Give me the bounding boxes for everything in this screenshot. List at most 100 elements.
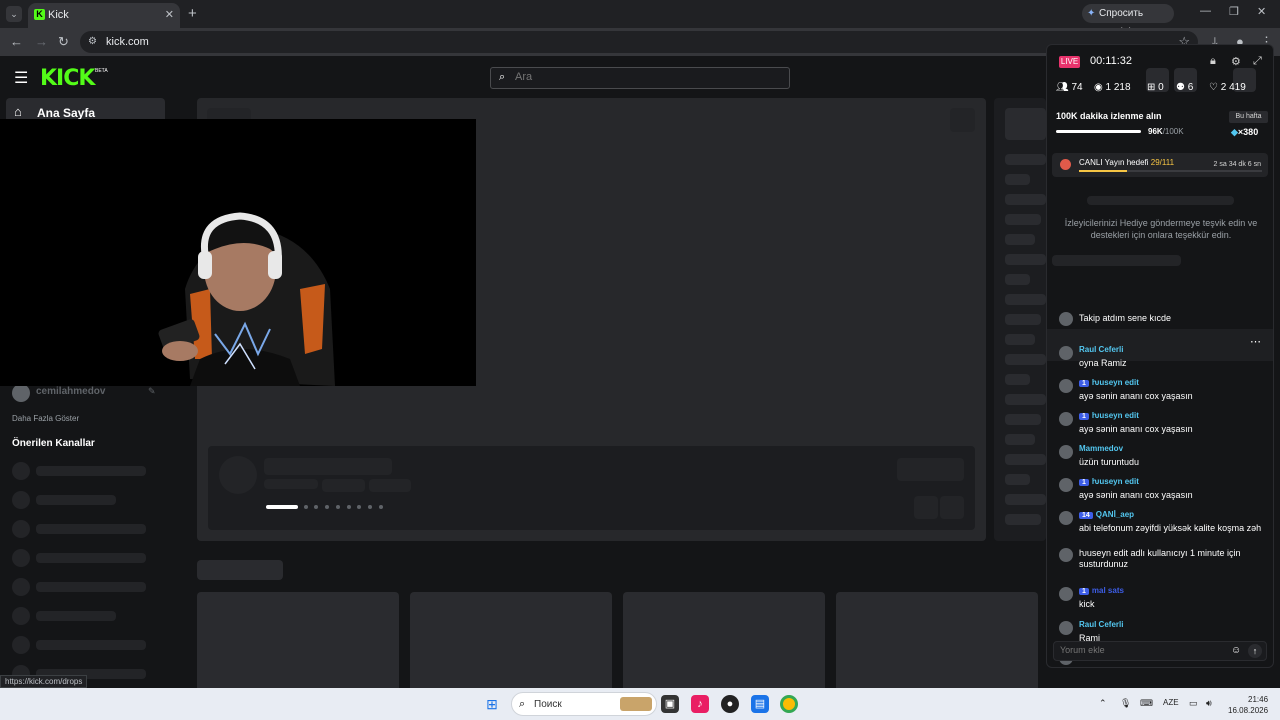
skeleton-avatar [12, 462, 30, 480]
more-options-icon[interactable]: ⋯ [1250, 335, 1261, 348]
gemini-button[interactable]: ✦ Спросить Gemini [1082, 4, 1174, 38]
skeleton-block [940, 496, 964, 519]
chat-avatar[interactable] [1059, 548, 1073, 562]
close-window-button[interactable]: ✕ [1257, 5, 1266, 18]
language-indicator[interactable]: AZE [1163, 698, 1179, 707]
followed-channel-name[interactable]: cemilahmedov [36, 386, 105, 397]
picture-in-picture-video[interactable] [0, 119, 476, 386]
minimize-button[interactable]: — [1200, 5, 1211, 17]
subscriber-badge: 1 [1079, 380, 1089, 387]
views-count: 1 218 [1105, 82, 1131, 93]
chat-avatar[interactable] [1059, 511, 1073, 525]
live-goal-card[interactable]: CANLI Yayın hedefi 29/111 2 sa 34 dk 6 s… [1052, 153, 1268, 177]
creator-chat-panel: LIVE 00:11:32 🔒︎ ⚙ ⤢ 👥︎ 74 ◉ 1 218 ⊞ 0 ⚉… [1046, 44, 1274, 668]
chat-username[interactable]: 1 mal sats [1079, 586, 1124, 595]
eye-icon: ◉ [1094, 82, 1103, 93]
popout-icon[interactable]: ⤢ [1253, 55, 1262, 68]
microphone-icon[interactable]: 🎙︎ [1120, 698, 1131, 709]
gifts-count: 0 [1158, 82, 1164, 93]
forward-button[interactable]: → [35, 34, 48, 49]
goal-target: /100K [1162, 127, 1184, 136]
chat-avatar[interactable] [1059, 478, 1073, 492]
skeleton-line [36, 640, 146, 650]
skeleton-line [1005, 414, 1041, 425]
chat-message-text: üzün turuntudu [1079, 457, 1140, 467]
carousel-dot[interactable] [368, 505, 372, 509]
chat-input[interactable] [1060, 645, 1220, 655]
carousel-dot[interactable] [325, 505, 329, 509]
app-icon[interactable]: ▤ [751, 695, 769, 713]
network-icon[interactable]: ▭ [1189, 698, 1198, 709]
back-button[interactable]: ← [10, 34, 23, 49]
carousel-dot[interactable] [347, 505, 351, 509]
site-info-icon[interactable]: ⚙ [88, 36, 97, 47]
channel-avatar[interactable] [12, 384, 30, 402]
chat-username-text: Raul Ceferli [1079, 345, 1124, 354]
chat-avatar[interactable] [1059, 312, 1073, 326]
send-button[interactable]: ↑ [1248, 644, 1262, 658]
skeleton-line [1005, 354, 1046, 365]
chat-username[interactable]: Mammedov [1079, 444, 1123, 453]
volume-icon[interactable]: 🔊︎ [1206, 698, 1212, 709]
chat-avatar[interactable] [1059, 445, 1073, 459]
chat-avatar[interactable] [1059, 379, 1073, 393]
skeleton-line [1005, 494, 1046, 505]
carousel-dot-active[interactable] [266, 505, 298, 509]
search-box[interactable]: ⌕ [490, 67, 790, 89]
address-bar[interactable]: ⚙ kick.com ☆ [80, 31, 1198, 53]
kick-logo[interactable]: KICK [40, 66, 95, 91]
tiktok-icon[interactable]: ♪ [691, 695, 709, 713]
skeleton-line [1005, 434, 1035, 445]
close-tab-icon[interactable]: ✕ [165, 8, 174, 21]
chat-username[interactable]: 1 ƕuseyn edit [1079, 378, 1139, 387]
carousel-dot[interactable] [304, 505, 308, 509]
new-tab-button[interactable]: + [188, 5, 197, 22]
chat-username[interactable]: 1 ƕuseyn edit [1079, 477, 1139, 486]
tab-search-icon[interactable]: ⌄ [6, 6, 22, 22]
carousel-dot[interactable] [314, 505, 318, 509]
maximize-button[interactable]: ❐ [1229, 5, 1239, 18]
emoji-icon[interactable]: ☺ [1231, 645, 1241, 656]
taskbar-search[interactable]: ⌕ Поиск [511, 692, 657, 716]
browser-tab-bar: ⌄ K Kick ✕ + ✦ Спросить Gemini — ❐ ✕ [0, 0, 1280, 38]
clock[interactable]: 21:46 16.08.2026 [1228, 694, 1268, 716]
chat-username[interactable]: Raul Ceferli [1079, 345, 1123, 354]
chat-message-text: ayə sənin ananı cox yaşasın [1079, 391, 1193, 401]
chat-avatar[interactable] [1059, 587, 1073, 601]
settings-icon[interactable]: ⚙ [1231, 55, 1241, 68]
chat-message-text: ayə sənin ananı cox yaşasın [1079, 424, 1193, 434]
keyboard-icon[interactable]: ⌨ [1140, 698, 1153, 709]
search-input[interactable] [515, 71, 775, 83]
chat-username[interactable]: Raul Ceferli [1079, 620, 1123, 629]
chat-username[interactable]: 14 QANİ_aep [1079, 510, 1134, 519]
show-more-link[interactable]: Daha Fazla Göster [12, 414, 79, 423]
hamburger-menu-icon[interactable]: ☰ [14, 68, 28, 88]
clock-time: 21:46 [1248, 695, 1269, 704]
chat-avatar[interactable] [1059, 346, 1073, 360]
chat-username[interactable]: 1 ƕuseyn edit [1079, 411, 1139, 420]
skeleton-avatar [12, 607, 30, 625]
carousel-dot[interactable] [379, 505, 383, 509]
chat-username-text: ƕuseyn edit [1091, 411, 1139, 420]
app-icon[interactable]: ● [721, 695, 739, 713]
chrome-icon[interactable] [780, 695, 798, 713]
tab-kick[interactable]: K Kick ✕ [28, 3, 180, 28]
live-goal-count: 29/111 [1150, 158, 1175, 167]
likes-stat: ♡ 2 419 [1209, 82, 1246, 93]
chat-avatar[interactable] [1059, 621, 1073, 635]
lock-icon[interactable]: 🔒︎ [1210, 55, 1216, 68]
goal-period-badge: Bu hafta [1229, 111, 1268, 123]
skeleton-line [1052, 255, 1181, 266]
skeleton-card [836, 592, 1038, 688]
edit-icon[interactable]: ✎ [148, 386, 156, 397]
tray-chevron-icon[interactable]: ⌃ [1099, 698, 1107, 709]
chat-input-box[interactable]: ☺ ↑ [1053, 641, 1267, 661]
windows-start-icon[interactable]: ⊞ [483, 695, 501, 713]
skeleton-block [950, 108, 975, 132]
task-view-icon[interactable]: ▣ [661, 695, 679, 713]
live-goal-text: CANLI Yayın hedefi 29/111 [1079, 158, 1174, 167]
carousel-dot[interactable] [357, 505, 361, 509]
carousel-dot[interactable] [336, 505, 340, 509]
chat-avatar[interactable] [1059, 412, 1073, 426]
reload-button[interactable]: ↻ [58, 34, 69, 50]
